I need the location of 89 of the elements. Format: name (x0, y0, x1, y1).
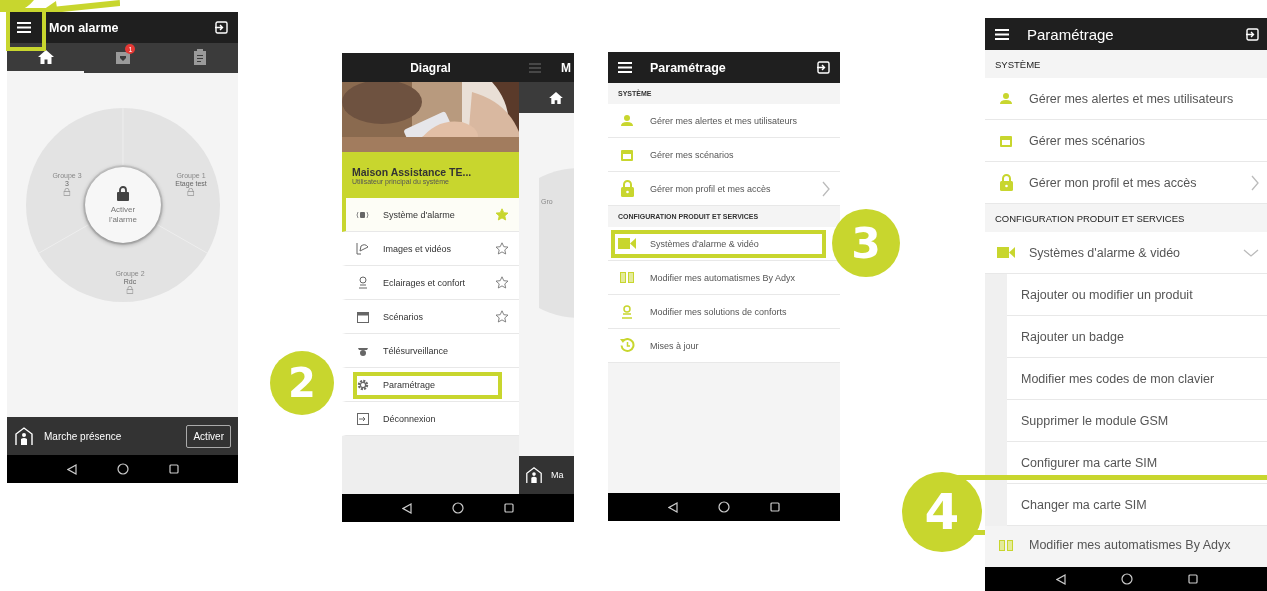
gate-icon (999, 539, 1013, 551)
screen-title: M (561, 60, 571, 75)
menu-item[interactable]: Déconnexion (342, 402, 519, 436)
lightbulb-person-icon (356, 276, 369, 289)
menu-icon[interactable] (17, 22, 31, 33)
menu-item[interactable]: Scénarios (342, 300, 519, 334)
section-heading: SYSTÈME (995, 58, 1041, 70)
logout-icon (356, 412, 369, 425)
settings-item[interactable]: Gérer mes scénarios (608, 138, 840, 172)
settings-subitem[interactable]: Configurer ma carte SIM (1007, 442, 1267, 484)
settings-subitem[interactable]: Rajouter ou modifier un produit (1007, 274, 1267, 316)
home-button-icon[interactable] (452, 502, 464, 514)
mode-label: Marche présence (44, 430, 123, 442)
settings-item[interactable]: Gérer mon profil et mes accès (985, 162, 1267, 204)
calendar-icon (1000, 134, 1012, 147)
lock-icon (63, 188, 71, 196)
menu-icon[interactable] (618, 62, 632, 73)
menu-item[interactable]: Paramétrage (342, 368, 519, 402)
menu-item[interactable]: Système d'alarme (342, 198, 519, 232)
favorite-star-icon[interactable] (495, 208, 509, 221)
favorite-star-icon[interactable] (495, 310, 509, 323)
back-icon[interactable] (1056, 573, 1066, 585)
video-camera-icon (618, 238, 636, 249)
screen-title: Paramétrage (1027, 25, 1115, 43)
section-heading: CONFIGURATION PRODUIT ET SERVICES (995, 212, 1185, 224)
favorite-star-icon[interactable] (495, 276, 509, 289)
house-person-icon (525, 466, 543, 484)
logout-icon[interactable] (1246, 27, 1259, 41)
settings-item[interactable]: Modifier mes solutions de conforts (608, 295, 840, 329)
app-title: Diagral (410, 60, 451, 75)
settings-item[interactable]: Gérer mes alertes et mes utilisateurs (985, 78, 1267, 120)
calendar-icon (356, 310, 369, 323)
settings-subitem[interactable]: Changer ma carte SIM (1007, 484, 1267, 526)
calendar-icon (621, 148, 633, 161)
back-icon[interactable] (668, 501, 678, 513)
alarm-icon (356, 210, 369, 219)
home-button-icon[interactable] (1121, 573, 1133, 585)
settings-item[interactable]: Systèmes d'alarme & vidéo (985, 232, 1267, 274)
person-icon (1000, 93, 1012, 104)
video-camera-icon (997, 247, 1015, 258)
settings-icon (356, 378, 369, 391)
recents-icon[interactable] (770, 502, 780, 512)
menu-item[interactable]: Télésurveillance (342, 334, 519, 368)
activate-button[interactable]: Activer (186, 424, 231, 448)
menu-icon[interactable] (995, 28, 1009, 40)
step-number: 4 (902, 472, 982, 552)
settings-subitem[interactable]: Supprimer le module GSM (1007, 400, 1267, 442)
house-person-icon (14, 426, 34, 446)
menu-icon (529, 62, 541, 73)
inbox-icon (114, 50, 131, 64)
recents-icon[interactable] (504, 503, 514, 513)
step-marker (0, 0, 34, 12)
settings-subitem[interactable]: Modifier mes codes de mon clavier (1007, 358, 1267, 400)
settings-item[interactable]: Modifier mes automatismes By Adyx (608, 261, 840, 295)
screen-title: Paramétrage (650, 60, 727, 75)
back-icon[interactable] (402, 502, 412, 514)
lock-icon (999, 174, 1013, 191)
lock-icon (187, 188, 195, 196)
home-icon (37, 50, 54, 64)
logout-icon[interactable] (215, 21, 228, 34)
menu-item[interactable]: Eclairages et confort (342, 266, 519, 300)
account-name: Maison Assistance TE... (352, 165, 473, 178)
step-number: 2 (270, 351, 334, 415)
home-button-icon[interactable] (718, 501, 730, 513)
recents-icon[interactable] (1188, 574, 1198, 584)
recents-icon[interactable] (168, 464, 179, 474)
screen-title: Mon alarme (49, 20, 120, 35)
settings-subitem[interactable]: Rajouter un badge (1007, 316, 1267, 358)
settings-item[interactable]: Gérer mes alertes et mes utilisateurs (608, 104, 840, 138)
settings-item[interactable]: Gérer mon profil et mes accès (608, 172, 840, 206)
home-button-icon[interactable] (116, 463, 129, 475)
lightbulb-person-icon (621, 304, 633, 319)
person-icon (621, 115, 633, 126)
step-number: 3 (832, 209, 900, 277)
logout-icon[interactable] (817, 61, 830, 74)
refresh-icon (619, 338, 635, 353)
lock-icon (126, 286, 134, 294)
home-icon (549, 91, 563, 104)
lock-icon (117, 185, 129, 201)
menu-item[interactable]: Images et vidéos (342, 232, 519, 266)
settings-item[interactable]: Mises à jour (608, 329, 840, 363)
settings-item[interactable]: Gérer mes scénarios (985, 120, 1267, 162)
lock-icon (620, 180, 634, 197)
back-icon[interactable] (66, 463, 77, 475)
gate-icon (620, 272, 634, 283)
favorite-star-icon[interactable] (495, 242, 509, 255)
mode-label: Ma (551, 470, 564, 480)
highlight-frame (6, 8, 46, 51)
clipboard-icon (192, 49, 207, 65)
